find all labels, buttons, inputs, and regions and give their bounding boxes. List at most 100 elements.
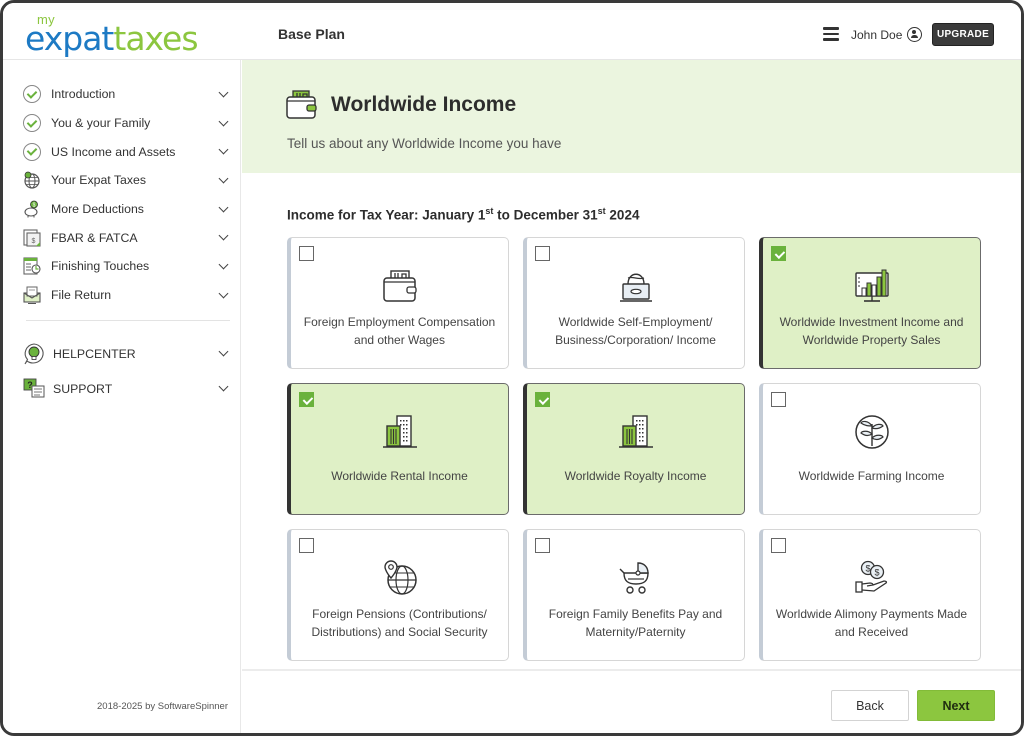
- svg-text:$: $: [33, 203, 36, 209]
- menu-icon[interactable]: [823, 27, 839, 41]
- chevron-down-icon[interactable]: [218, 116, 229, 126]
- chevron-down-icon[interactable]: [218, 288, 229, 299]
- sidebar-item-expat-taxes[interactable]: Your Expat Taxes: [23, 166, 233, 195]
- option-card-foreign-pensions[interactable]: Foreign Pensions (Contributions/ Distrib…: [287, 529, 509, 661]
- option-label: Worldwide Rental Income: [331, 469, 468, 483]
- logo-taxes: taxes: [113, 19, 198, 58]
- buildings-icon: [382, 414, 418, 450]
- envelope-icon: [23, 286, 41, 305]
- sidebar-item-helpcenter[interactable]: HELPCENTER: [23, 336, 233, 371]
- option-label: Worldwide Investment Income and Worldwid…: [779, 315, 964, 347]
- checkbox[interactable]: [299, 538, 314, 553]
- sidebar-item-label: FBAR & FATCA: [51, 230, 138, 245]
- sidebar-item-label: More Deductions: [51, 202, 144, 217]
- app-window: my expattaxes Base Plan John Doe UPGRADE…: [0, 0, 1024, 736]
- sidebar-item-label: You & your Family: [51, 116, 151, 131]
- option-label: Worldwide Alimony Payments Made and Rece…: [775, 607, 968, 639]
- chevron-down-icon[interactable]: [218, 173, 229, 184]
- sidebar-item-label: HELPCENTER: [53, 346, 136, 361]
- page-header: Worldwide Income Tell us about any World…: [242, 60, 1021, 173]
- option-card-farming-income[interactable]: Worldwide Farming Income: [759, 383, 981, 515]
- sidebar-item-family[interactable]: You & your Family: [23, 109, 233, 138]
- checkbox-checked[interactable]: [771, 246, 786, 261]
- option-card-royalty-income[interactable]: Worldwide Royalty Income: [523, 383, 745, 515]
- sidebar-item-fbar[interactable]: $ FBAR & FATCA: [23, 223, 233, 252]
- checkbox-checked[interactable]: [299, 392, 314, 407]
- user-avatar-icon: [907, 27, 923, 42]
- user-menu[interactable]: John Doe: [851, 27, 923, 42]
- plan-label: Base Plan: [278, 26, 345, 42]
- globe-pin-icon: [382, 560, 418, 596]
- chevron-down-icon[interactable]: [218, 87, 229, 98]
- sidebar-item-support[interactable]: ? SUPPORT: [23, 371, 233, 406]
- option-label: Worldwide Royalty Income: [564, 469, 707, 483]
- question-chat-icon: ?: [23, 378, 45, 400]
- option-card-family-benefits[interactable]: Foreign Family Benefits Pay and Maternit…: [523, 529, 745, 661]
- chevron-down-icon[interactable]: [218, 230, 229, 241]
- option-card-self-employment[interactable]: Worldwide Self-Employment/ Business/Corp…: [523, 237, 745, 369]
- stroller-icon: [618, 560, 654, 596]
- chevron-down-icon[interactable]: [218, 144, 229, 155]
- upgrade-button[interactable]: UPGRADE: [932, 23, 994, 46]
- laptop-icon: [618, 268, 654, 304]
- chart-monitor-icon: [854, 268, 890, 304]
- option-label: Foreign Family Benefits Pay and Maternit…: [548, 607, 723, 639]
- option-card-investment-income[interactable]: Worldwide Investment Income and Worldwid…: [759, 237, 981, 369]
- sidebar-item-label: US Income and Assets: [51, 144, 176, 159]
- sidebar-item-label: SUPPORT: [53, 381, 113, 396]
- main-content: Worldwide Income Tell us about any World…: [242, 60, 1021, 733]
- sidebar-help-nav: HELPCENTER ? SUPPORT: [23, 336, 233, 406]
- chevron-down-icon[interactable]: [218, 259, 229, 270]
- sidebar-item-finishing[interactable]: Finishing Touches: [23, 252, 233, 281]
- sidebar-item-label: File Return: [51, 288, 112, 303]
- svg-text:$: $: [874, 568, 879, 578]
- copyright: 2018-2025 by SoftwareSpinner: [97, 701, 228, 712]
- coins-hand-icon: $ $: [854, 560, 890, 596]
- user-name: John Doe: [851, 27, 903, 42]
- tax-year-suffix: 2024: [605, 207, 640, 223]
- check-circle-icon: [23, 142, 41, 161]
- check-circle-icon: [23, 114, 41, 133]
- option-card-foreign-employment[interactable]: Foreign Employment Compensation and othe…: [287, 237, 509, 369]
- chevron-down-icon[interactable]: [218, 346, 229, 357]
- sidebar-item-label: Finishing Touches: [51, 259, 150, 274]
- checkbox-checked[interactable]: [535, 392, 550, 407]
- checklist-icon: [23, 257, 41, 276]
- sidebar-item-file-return[interactable]: File Return: [23, 281, 233, 310]
- sidebar-item-label: Introduction: [51, 87, 116, 102]
- tax-year-prefix: Income for Tax Year: January 1: [287, 207, 486, 223]
- lightbulb-chat-icon: [23, 342, 45, 365]
- wallet-icon: [286, 90, 318, 120]
- page-subtitle: Tell us about any Worldwide Income you h…: [287, 136, 562, 151]
- option-label: Worldwide Self-Employment/ Business/Corp…: [555, 315, 716, 347]
- checkbox[interactable]: [299, 246, 314, 261]
- svg-text:$: $: [865, 564, 870, 574]
- check-circle-icon: [23, 85, 41, 104]
- sidebar-divider: [26, 320, 230, 321]
- checkbox[interactable]: [771, 392, 786, 407]
- sidebar-item-introduction[interactable]: Introduction: [23, 80, 233, 109]
- logo-wordmark: expattaxes: [25, 19, 199, 58]
- buildings-icon: [618, 414, 654, 450]
- option-card-alimony[interactable]: $ $ Worldwide Alimony Payments Made and R…: [759, 529, 981, 661]
- next-button[interactable]: Next: [917, 690, 995, 721]
- tax-year-heading: Income for Tax Year: January 1 st to Dece…: [287, 206, 639, 223]
- option-card-rental-income[interactable]: Worldwide Rental Income: [287, 383, 509, 515]
- chevron-down-icon[interactable]: [218, 202, 229, 213]
- logo[interactable]: my expattaxes: [25, 12, 205, 58]
- chevron-down-icon[interactable]: [218, 381, 229, 392]
- checkbox[interactable]: [535, 246, 550, 261]
- footer-divider: [242, 669, 1021, 671]
- back-button[interactable]: Back: [831, 690, 909, 721]
- ordinal-suffix: st: [597, 206, 606, 216]
- sidebar-item-label: Your Expat Taxes: [51, 173, 147, 188]
- svg-text:$: $: [32, 238, 36, 245]
- checkbox[interactable]: [535, 538, 550, 553]
- sidebar-item-deductions[interactable]: $ More Deductions: [23, 195, 233, 224]
- checkbox[interactable]: [771, 538, 786, 553]
- globe-pin-icon: [23, 171, 41, 190]
- sidebar-item-us-income[interactable]: US Income and Assets: [23, 137, 233, 166]
- plant-icon: [854, 414, 890, 450]
- option-label: Foreign Pensions (Contributions/ Distrib…: [311, 607, 488, 639]
- document-dollar-icon: $: [23, 229, 41, 247]
